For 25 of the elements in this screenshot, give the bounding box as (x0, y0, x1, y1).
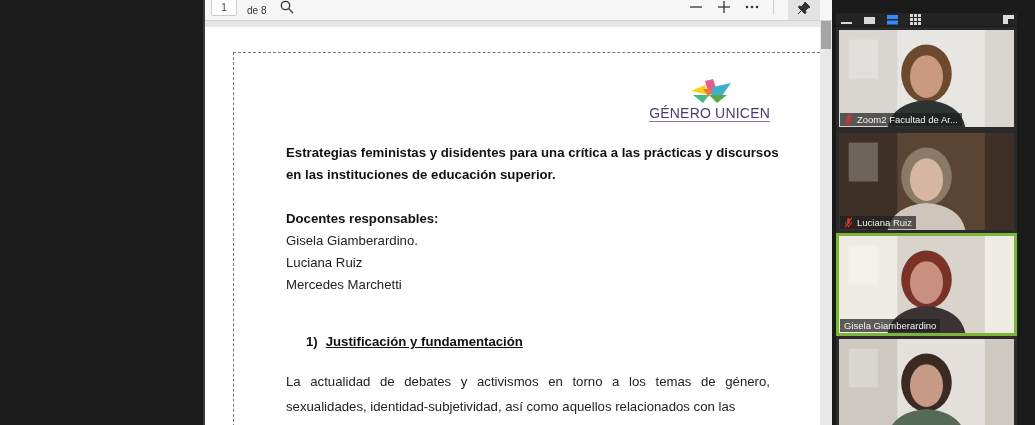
zoom-in-icon[interactable] (717, 0, 731, 14)
gallery-view-icon[interactable] (909, 13, 922, 26)
search-icon[interactable] (280, 0, 295, 14)
speaker-view-icon[interactable] (886, 13, 899, 26)
section-heading: Justificación y fundamentación (325, 334, 523, 349)
participant-name: Zoom2 Facultad de Ar... (857, 114, 958, 125)
document-title: Estrategias feministas y disidentes para una crítica a las prácticas y discursos en las instituciones de educación superior. (286, 144, 780, 184)
page-number-field[interactable]: 1 (211, 0, 237, 16)
pin-button[interactable] (788, 0, 820, 20)
video-tile[interactable]: Gisela Giamberardino (836, 233, 1017, 336)
responsables-heading: Docentes responsables: (286, 210, 440, 228)
paragraph: La actualidad de debates y activismos en torno a los temas de género, sexualidades, identidad-subjetividad, así como aquellos relacionados con las (286, 373, 770, 416)
video-tile[interactable]: Luciana Ruiz (836, 130, 1017, 233)
participant-name: Luciana Ruiz (857, 217, 912, 228)
logo-text: GÉNERO UNICEN (649, 105, 770, 122)
pin-icon (797, 1, 811, 15)
responsible-name: Mercedes Marchetti (286, 276, 403, 294)
scrollbar-thumb[interactable] (821, 21, 831, 49)
participant-name: Gisela Giamberardino (844, 320, 937, 331)
section-number: 1) (306, 334, 318, 349)
video-tile[interactable]: Zoom2 Facultad de Ar... (836, 27, 1017, 130)
responsible-name: Luciana Ruiz (286, 254, 364, 272)
page-count: de 8 (247, 4, 267, 16)
exit-fullscreen-icon[interactable] (1002, 13, 1015, 26)
responsible-name: Gisela Giamberardino. (286, 232, 419, 250)
